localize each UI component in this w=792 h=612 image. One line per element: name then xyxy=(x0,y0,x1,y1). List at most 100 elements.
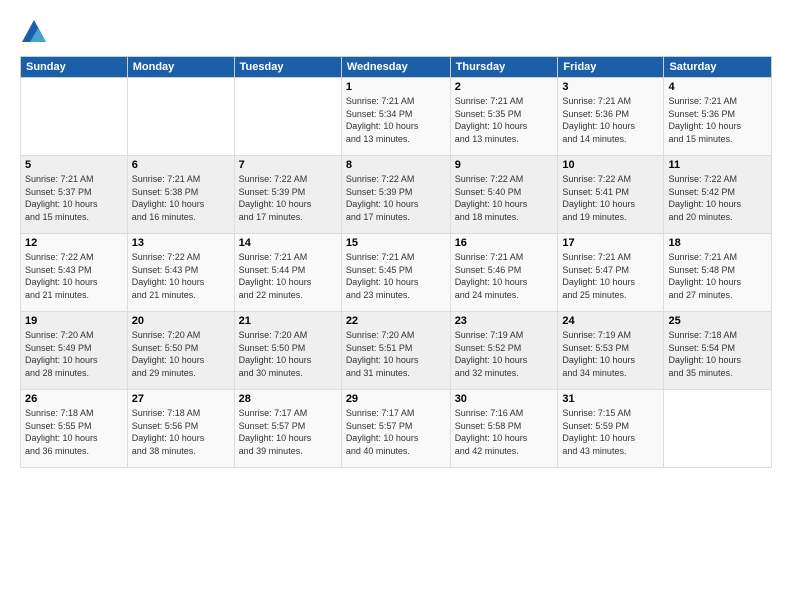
day-info: Sunrise: 7:22 AM Sunset: 5:39 PM Dayligh… xyxy=(239,173,337,223)
day-number: 21 xyxy=(239,315,337,327)
day-number: 27 xyxy=(132,393,230,405)
day-header-row: SundayMondayTuesdayWednesdayThursdayFrid… xyxy=(21,57,772,78)
calendar: SundayMondayTuesdayWednesdayThursdayFrid… xyxy=(20,56,772,468)
calendar-cell xyxy=(234,78,341,156)
day-number: 13 xyxy=(132,237,230,249)
calendar-cell: 1 Sunrise: 7:21 AM Sunset: 5:34 PM Daylig… xyxy=(341,78,450,156)
calendar-cell: 9Sunrise: 7:22 AM Sunset: 5:40 PM Daylig… xyxy=(450,156,558,234)
day-info: Sunrise: 7:21 AM Sunset: 5:34 PM Dayligh… xyxy=(346,95,446,145)
calendar-cell: 24Sunrise: 7:19 AM Sunset: 5:53 PM Dayli… xyxy=(558,312,664,390)
day-info: Sunrise: 7:22 AM Sunset: 5:43 PM Dayligh… xyxy=(132,251,230,301)
calendar-cell: 6Sunrise: 7:21 AM Sunset: 5:38 PM Daylig… xyxy=(127,156,234,234)
day-number: 1 xyxy=(346,81,446,93)
day-number: 18 xyxy=(668,237,767,249)
day-header-sunday: Sunday xyxy=(21,57,128,78)
day-number: 10 xyxy=(562,159,659,171)
day-number: 7 xyxy=(239,159,337,171)
logo-icon xyxy=(20,18,48,46)
week-row-2: 5 Sunrise: 7:21 AM Sunset: 5:37 PM Daylig… xyxy=(21,156,772,234)
calendar-cell: 14 Sunrise: 7:21 AM Sunset: 5:44 PM Dayli… xyxy=(234,234,341,312)
calendar-cell: 26Sunrise: 7:18 AM Sunset: 5:55 PM Dayli… xyxy=(21,390,128,468)
day-info: Sunrise: 7:21 AM Sunset: 5:35 PM Dayligh… xyxy=(455,95,554,145)
calendar-cell: 12 Sunrise: 7:22 AM Sunset: 5:43 PM Dayli… xyxy=(21,234,128,312)
day-number: 17 xyxy=(562,237,659,249)
calendar-cell: 25 Sunrise: 7:18 AM Sunset: 5:54 PM Dayli… xyxy=(664,312,772,390)
day-number: 31 xyxy=(562,393,659,405)
week-row-5: 26Sunrise: 7:18 AM Sunset: 5:55 PM Dayli… xyxy=(21,390,772,468)
calendar-cell: 30 Sunrise: 7:16 AM Sunset: 5:58 PM Dayli… xyxy=(450,390,558,468)
calendar-cell xyxy=(127,78,234,156)
calendar-cell: 10 Sunrise: 7:22 AM Sunset: 5:41 PM Dayli… xyxy=(558,156,664,234)
day-number: 25 xyxy=(668,315,767,327)
calendar-cell: 7 Sunrise: 7:22 AM Sunset: 5:39 PM Daylig… xyxy=(234,156,341,234)
header xyxy=(20,18,772,46)
calendar-cell: 19 Sunrise: 7:20 AM Sunset: 5:49 PM Dayli… xyxy=(21,312,128,390)
day-info: Sunrise: 7:21 AM Sunset: 5:36 PM Dayligh… xyxy=(668,95,767,145)
day-info: Sunrise: 7:20 AM Sunset: 5:51 PM Dayligh… xyxy=(346,329,446,379)
day-number: 12 xyxy=(25,237,123,249)
calendar-cell: 20 Sunrise: 7:20 AM Sunset: 5:50 PM Dayli… xyxy=(127,312,234,390)
calendar-cell: 11 Sunrise: 7:22 AM Sunset: 5:42 PM Dayli… xyxy=(664,156,772,234)
day-number: 30 xyxy=(455,393,554,405)
calendar-cell: 17Sunrise: 7:21 AM Sunset: 5:47 PM Dayli… xyxy=(558,234,664,312)
day-info: Sunrise: 7:20 AM Sunset: 5:49 PM Dayligh… xyxy=(25,329,123,379)
day-info: Sunrise: 7:17 AM Sunset: 5:57 PM Dayligh… xyxy=(346,407,446,457)
day-info: Sunrise: 7:18 AM Sunset: 5:56 PM Dayligh… xyxy=(132,407,230,457)
day-info: Sunrise: 7:21 AM Sunset: 5:45 PM Dayligh… xyxy=(346,251,446,301)
calendar-cell: 3Sunrise: 7:21 AM Sunset: 5:36 PM Daylig… xyxy=(558,78,664,156)
day-number: 8 xyxy=(346,159,446,171)
calendar-cell: 23Sunrise: 7:19 AM Sunset: 5:52 PM Dayli… xyxy=(450,312,558,390)
calendar-cell: 15 Sunrise: 7:21 AM Sunset: 5:45 PM Dayli… xyxy=(341,234,450,312)
day-info: Sunrise: 7:21 AM Sunset: 5:44 PM Dayligh… xyxy=(239,251,337,301)
day-info: Sunrise: 7:20 AM Sunset: 5:50 PM Dayligh… xyxy=(239,329,337,379)
day-header-saturday: Saturday xyxy=(664,57,772,78)
day-number: 11 xyxy=(668,159,767,171)
day-info: Sunrise: 7:22 AM Sunset: 5:42 PM Dayligh… xyxy=(668,173,767,223)
day-info: Sunrise: 7:22 AM Sunset: 5:43 PM Dayligh… xyxy=(25,251,123,301)
day-info: Sunrise: 7:17 AM Sunset: 5:57 PM Dayligh… xyxy=(239,407,337,457)
day-number: 24 xyxy=(562,315,659,327)
day-header-thursday: Thursday xyxy=(450,57,558,78)
day-info: Sunrise: 7:15 AM Sunset: 5:59 PM Dayligh… xyxy=(562,407,659,457)
calendar-cell: 28 Sunrise: 7:17 AM Sunset: 5:57 PM Dayli… xyxy=(234,390,341,468)
day-number: 28 xyxy=(239,393,337,405)
day-info: Sunrise: 7:21 AM Sunset: 5:46 PM Dayligh… xyxy=(455,251,554,301)
calendar-cell xyxy=(664,390,772,468)
day-number: 16 xyxy=(455,237,554,249)
day-number: 5 xyxy=(25,159,123,171)
page: SundayMondayTuesdayWednesdayThursdayFrid… xyxy=(0,0,792,612)
calendar-cell: 4Sunrise: 7:21 AM Sunset: 5:36 PM Daylig… xyxy=(664,78,772,156)
calendar-cell: 18 Sunrise: 7:21 AM Sunset: 5:48 PM Dayli… xyxy=(664,234,772,312)
calendar-cell: 29 Sunrise: 7:17 AM Sunset: 5:57 PM Dayli… xyxy=(341,390,450,468)
week-row-4: 19 Sunrise: 7:20 AM Sunset: 5:49 PM Dayli… xyxy=(21,312,772,390)
day-info: Sunrise: 7:21 AM Sunset: 5:48 PM Dayligh… xyxy=(668,251,767,301)
day-info: Sunrise: 7:21 AM Sunset: 5:38 PM Dayligh… xyxy=(132,173,230,223)
day-number: 29 xyxy=(346,393,446,405)
calendar-cell: 27 Sunrise: 7:18 AM Sunset: 5:56 PM Dayli… xyxy=(127,390,234,468)
day-header-monday: Monday xyxy=(127,57,234,78)
calendar-cell: 22 Sunrise: 7:20 AM Sunset: 5:51 PM Dayli… xyxy=(341,312,450,390)
day-number: 14 xyxy=(239,237,337,249)
day-number: 19 xyxy=(25,315,123,327)
day-info: Sunrise: 7:16 AM Sunset: 5:58 PM Dayligh… xyxy=(455,407,554,457)
day-info: Sunrise: 7:20 AM Sunset: 5:50 PM Dayligh… xyxy=(132,329,230,379)
calendar-cell: 8Sunrise: 7:22 AM Sunset: 5:39 PM Daylig… xyxy=(341,156,450,234)
day-number: 22 xyxy=(346,315,446,327)
day-number: 15 xyxy=(346,237,446,249)
day-number: 2 xyxy=(455,81,554,93)
week-row-3: 12 Sunrise: 7:22 AM Sunset: 5:43 PM Dayli… xyxy=(21,234,772,312)
calendar-cell: 21 Sunrise: 7:20 AM Sunset: 5:50 PM Dayli… xyxy=(234,312,341,390)
logo xyxy=(20,18,50,46)
day-info: Sunrise: 7:22 AM Sunset: 5:40 PM Dayligh… xyxy=(455,173,554,223)
day-info: Sunrise: 7:22 AM Sunset: 5:41 PM Dayligh… xyxy=(562,173,659,223)
day-info: Sunrise: 7:21 AM Sunset: 5:37 PM Dayligh… xyxy=(25,173,123,223)
calendar-cell: 13 Sunrise: 7:22 AM Sunset: 5:43 PM Dayli… xyxy=(127,234,234,312)
day-number: 23 xyxy=(455,315,554,327)
day-header-tuesday: Tuesday xyxy=(234,57,341,78)
day-info: Sunrise: 7:18 AM Sunset: 5:55 PM Dayligh… xyxy=(25,407,123,457)
week-row-1: 1 Sunrise: 7:21 AM Sunset: 5:34 PM Daylig… xyxy=(21,78,772,156)
day-info: Sunrise: 7:18 AM Sunset: 5:54 PM Dayligh… xyxy=(668,329,767,379)
calendar-cell: 2 Sunrise: 7:21 AM Sunset: 5:35 PM Daylig… xyxy=(450,78,558,156)
day-number: 20 xyxy=(132,315,230,327)
day-header-wednesday: Wednesday xyxy=(341,57,450,78)
